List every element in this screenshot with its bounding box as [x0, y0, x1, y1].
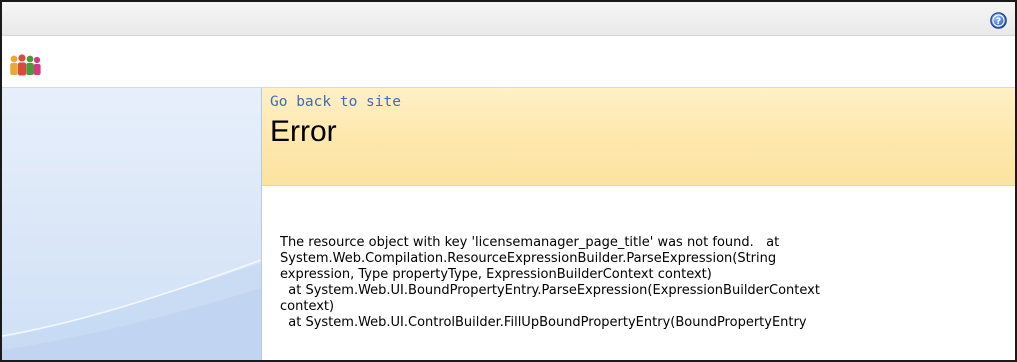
main-content: Go back to site Error The resource objec… — [262, 88, 1015, 360]
page-title: Error — [270, 115, 337, 148]
left-navigation-panel — [2, 88, 262, 360]
error-message-line: expression, Type propertyType, Expressio… — [280, 267, 712, 282]
error-message-line: at System.Web.UI.BoundPropertyEntry.Pars… — [280, 283, 820, 298]
page-header-band: Go back to site Error — [262, 88, 1015, 186]
navigation-background-swoosh — [2, 259, 261, 360]
help-icon[interactable]: ? — [990, 12, 1007, 29]
error-message-line: context) — [280, 299, 335, 314]
error-message-line: at System.Web.UI.ControlBuilder.FillUpBo… — [280, 315, 807, 330]
people-group-icon — [10, 54, 41, 76]
go-back-to-site-link[interactable]: Go back to site — [270, 94, 401, 110]
error-message-line: The resource object with key 'licenseman… — [280, 235, 780, 250]
site-title-bar — [2, 36, 1015, 88]
svg-text:?: ? — [996, 17, 1001, 27]
top-toolbar: ? — [2, 2, 1015, 36]
page-frame: ? Go back to site Error The resource obj… — [0, 0, 1017, 362]
error-message-line: System.Web.Compilation.ResourceExpressio… — [280, 251, 777, 266]
error-message: The resource object with key 'licenseman… — [280, 235, 1010, 331]
